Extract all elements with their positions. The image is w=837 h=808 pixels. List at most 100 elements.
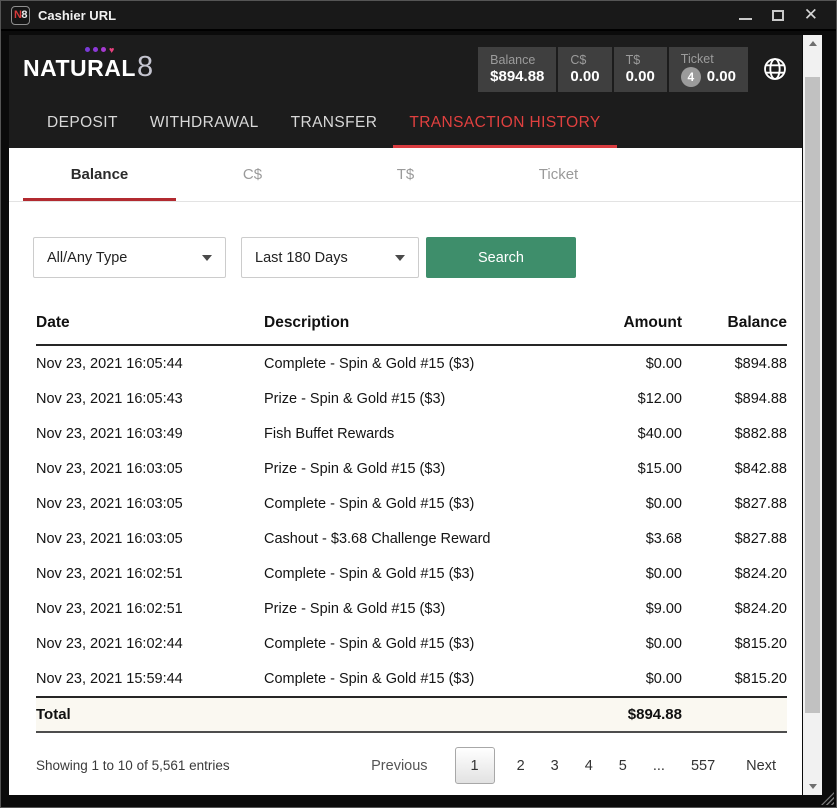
language-globe-icon[interactable]	[762, 56, 788, 87]
cell-balance: $815.20	[682, 671, 787, 687]
cell-balance: $894.88	[682, 356, 787, 372]
cell-amount: $0.00	[572, 566, 682, 582]
cell-amount: $0.00	[572, 671, 682, 687]
period-filter-dropdown[interactable]: Last 180 Days	[241, 237, 419, 278]
wallet-summary: Balance $894.88 C$ 0.00 T$ 0.00 Ticket	[478, 47, 748, 92]
window-title: Cashier URL	[38, 8, 116, 23]
subtab-ticket[interactable]: Ticket	[482, 148, 635, 201]
tab-transfer[interactable]: TRANSFER	[275, 97, 394, 148]
pagination-5[interactable]: 5	[606, 758, 640, 774]
resize-grip[interactable]	[821, 792, 834, 805]
logo-dots-icon: ♥	[85, 47, 114, 52]
cell-date: Nov 23, 2021 16:02:51	[36, 566, 264, 582]
cell-description: Complete - Spin & Gold #15 ($3)	[264, 496, 572, 512]
scroll-down-button[interactable]	[803, 778, 822, 795]
scrollbar-thumb[interactable]	[805, 77, 820, 713]
cell-description: Complete - Spin & Gold #15 ($3)	[264, 636, 572, 652]
cell-description: Complete - Spin & Gold #15 ($3)	[264, 356, 572, 372]
pagination-1[interactable]: 1	[455, 747, 495, 784]
cell-description: Prize - Spin & Gold #15 ($3)	[264, 461, 572, 477]
wallet-cdollar-value: 0.00	[570, 68, 599, 86]
subtab-balance[interactable]: Balance	[23, 148, 176, 201]
subtab-cdollar[interactable]: C$	[176, 148, 329, 201]
wallet-ticket-value: 0.00	[707, 68, 736, 86]
cell-amount: $40.00	[572, 426, 682, 442]
wallet-balance-label: Balance	[490, 52, 544, 68]
table-row: Nov 23, 2021 16:03:49Fish Buffet Rewards…	[36, 416, 787, 451]
wallet-balance-value: $894.88	[490, 68, 544, 86]
app-icon-digit-8: 8	[21, 9, 27, 21]
cell-description: Complete - Spin & Gold #15 ($3)	[264, 671, 572, 687]
cell-description: Cashout - $3.68 Challenge Reward	[264, 531, 572, 547]
cell-amount: $3.68	[572, 531, 682, 547]
pagination-next[interactable]: Next	[728, 758, 776, 774]
cell-amount: $9.00	[572, 601, 682, 617]
pagination-: ...	[640, 758, 678, 774]
ticket-count-badge: 4	[681, 67, 701, 87]
app-icon-letter-n: N	[14, 9, 21, 21]
header-amount: Amount	[572, 314, 682, 332]
showing-entries-text: Showing 1 to 10 of 5,561 entries	[36, 758, 230, 773]
cashier-window: { "window": { "title": "Cashier URL", "i…	[0, 0, 837, 808]
pagination: Previous 12345...557Next	[358, 747, 776, 784]
header-description: Description	[264, 314, 572, 332]
window-controls: ✕	[739, 8, 826, 22]
cell-balance: $827.88	[682, 531, 787, 547]
wallet-tdollar-label: T$	[626, 52, 655, 68]
cell-amount: $12.00	[572, 391, 682, 407]
table-header-row: Date Description Amount Balance	[36, 303, 787, 346]
cell-balance: $815.20	[682, 636, 787, 652]
tab-deposit[interactable]: DEPOSIT	[31, 97, 134, 148]
cell-description: Prize - Spin & Gold #15 ($3)	[264, 601, 572, 617]
cell-amount: $0.00	[572, 636, 682, 652]
period-filter-value: Last 180 Days	[255, 250, 348, 266]
table-row: Nov 23, 2021 16:03:05Complete - Spin & G…	[36, 486, 787, 521]
triangle-down-icon	[809, 784, 817, 789]
logo-eight: 8	[137, 57, 153, 77]
cashier-header: ♥ NATURAL 8 Balance $894.88 C$ 0.00	[9, 35, 802, 148]
tab-transaction-history[interactable]: TRANSACTION HISTORY	[393, 97, 616, 148]
chevron-down-icon	[202, 255, 212, 261]
cell-date: Nov 23, 2021 16:02:44	[36, 636, 264, 652]
pagination-3[interactable]: 3	[538, 758, 572, 774]
table-footer: Showing 1 to 10 of 5,561 entries Previou…	[9, 747, 802, 784]
table-row: Nov 23, 2021 16:02:44Complete - Spin & G…	[36, 626, 787, 661]
table-row: Nov 23, 2021 16:03:05Prize - Spin & Gold…	[36, 451, 787, 486]
transaction-table: Date Description Amount Balance Nov 23, …	[36, 303, 787, 733]
type-filter-value: All/Any Type	[47, 250, 127, 266]
cell-balance: $842.88	[682, 461, 787, 477]
table-row: Nov 23, 2021 16:02:51Prize - Spin & Gold…	[36, 591, 787, 626]
currency-subtabs: Balance C$ T$ Ticket	[9, 148, 802, 202]
wallet-cdollar-label: C$	[570, 52, 599, 68]
filter-bar: All/Any Type Last 180 Days Search	[33, 237, 802, 278]
tab-withdrawal[interactable]: WITHDRAWAL	[134, 97, 275, 148]
close-button[interactable]: ✕	[804, 8, 818, 22]
minimize-button[interactable]	[739, 18, 752, 20]
wallet-ticket-label: Ticket	[681, 51, 736, 67]
header-balance: Balance	[682, 314, 787, 332]
wallet-balance: Balance $894.88	[478, 47, 556, 92]
cell-description: Complete - Spin & Gold #15 ($3)	[264, 566, 572, 582]
cell-balance: $882.88	[682, 426, 787, 442]
transaction-rows: Nov 23, 2021 16:05:44Complete - Spin & G…	[36, 346, 787, 696]
wallet-tdollar: T$ 0.00	[614, 47, 667, 92]
type-filter-dropdown[interactable]: All/Any Type	[33, 237, 226, 278]
title-bar: N8 Cashier URL ✕	[1, 1, 836, 31]
pagination-557[interactable]: 557	[678, 758, 728, 774]
table-row: Nov 23, 2021 16:05:43Prize - Spin & Gold…	[36, 381, 787, 416]
maximize-button[interactable]	[772, 10, 784, 21]
vertical-scrollbar[interactable]	[803, 35, 822, 795]
subtab-tdollar[interactable]: T$	[329, 148, 482, 201]
cell-balance: $894.88	[682, 391, 787, 407]
scroll-up-button[interactable]	[803, 35, 822, 52]
cell-date: Nov 23, 2021 15:59:44	[36, 671, 264, 687]
search-button[interactable]: Search	[426, 237, 576, 278]
pagination-4[interactable]: 4	[572, 758, 606, 774]
cell-date: Nov 23, 2021 16:03:05	[36, 496, 264, 512]
header-date: Date	[36, 314, 264, 332]
cell-amount: $15.00	[572, 461, 682, 477]
pagination-2[interactable]: 2	[504, 758, 538, 774]
table-row: Nov 23, 2021 16:03:05Cashout - $3.68 Cha…	[36, 521, 787, 556]
pagination-previous[interactable]: Previous	[358, 758, 445, 774]
cell-date: Nov 23, 2021 16:05:44	[36, 356, 264, 372]
